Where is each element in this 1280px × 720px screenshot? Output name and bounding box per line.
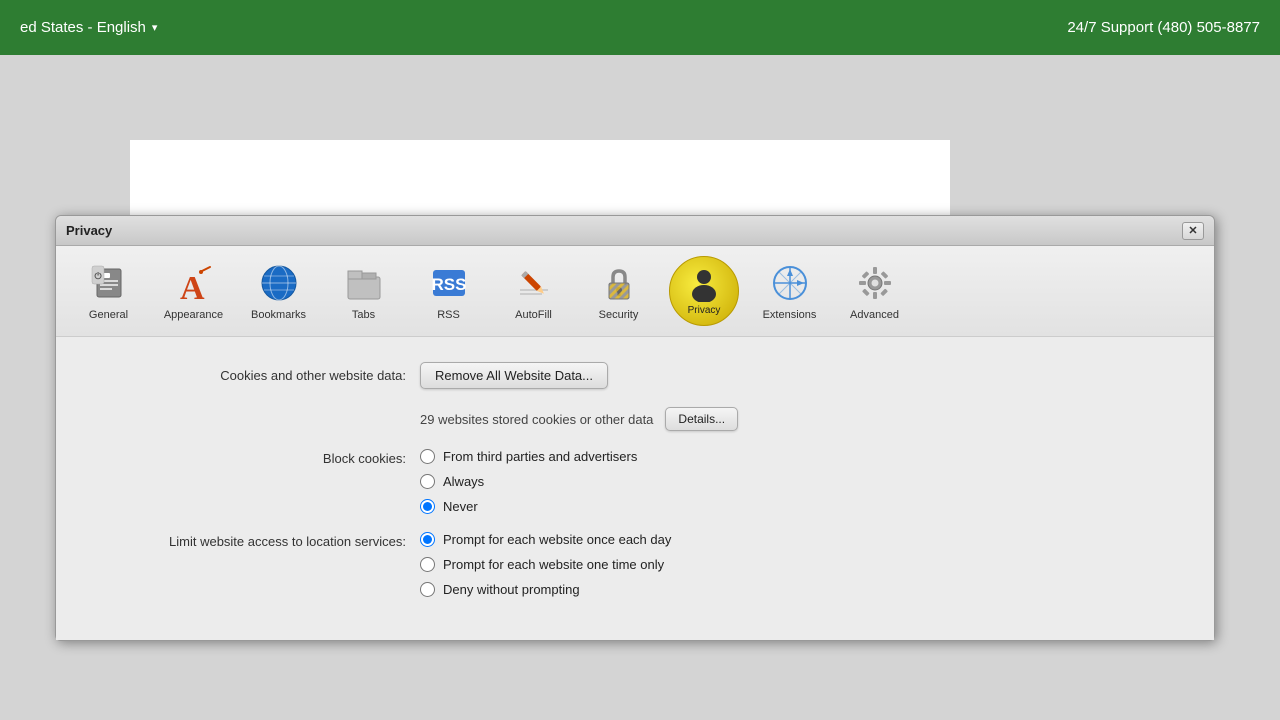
bookmarks-label: Bookmarks	[251, 309, 306, 321]
toolbar-item-extensions[interactable]: Extensions	[747, 254, 832, 327]
region-selector[interactable]: ed States - English ▾	[20, 19, 157, 36]
rss-label: RSS	[437, 309, 460, 321]
location-row: Limit website access to location service…	[96, 532, 1174, 597]
bookmarks-icon	[259, 260, 299, 306]
region-arrow-icon: ▾	[152, 21, 158, 34]
details-button[interactable]: Details...	[665, 407, 738, 431]
content-area: Cookies and other website data: Remove A…	[56, 337, 1214, 640]
close-button[interactable]: ✕	[1182, 222, 1204, 240]
toolbar-item-general[interactable]: ⏻ General	[66, 254, 151, 327]
toolbar-item-bookmarks[interactable]: Bookmarks	[236, 254, 321, 327]
general-label: General	[89, 309, 128, 321]
radio-prompt-daily[interactable]	[420, 532, 435, 547]
toolbar-item-appearance[interactable]: A Appearance	[151, 254, 236, 327]
radio-deny[interactable]	[420, 582, 435, 597]
svg-text:A: A	[180, 270, 205, 303]
privacy-label: Privacy	[688, 305, 721, 316]
websites-info-row: 29 websites stored cookies or other data…	[96, 407, 1174, 431]
location-prompt-once[interactable]: Prompt for each website one time only	[420, 557, 1174, 572]
block-cookies-always[interactable]: Always	[420, 474, 1174, 489]
extensions-icon	[770, 260, 810, 306]
appearance-label: Appearance	[164, 309, 223, 321]
cookies-row: Cookies and other website data: Remove A…	[96, 362, 1174, 389]
toolbar-items: ⏻ General A Appearance	[66, 254, 1204, 328]
radio-third-parties[interactable]	[420, 449, 435, 464]
remove-all-button[interactable]: Remove All Website Data...	[420, 362, 608, 389]
toolbar-item-rss[interactable]: RSS RSS	[406, 254, 491, 327]
cookies-label: Cookies and other website data:	[96, 368, 406, 383]
svg-text:RSS: RSS	[431, 275, 466, 294]
third-parties-label[interactable]: From third parties and advertisers	[443, 449, 637, 464]
toolbar: ⏻ General A Appearance	[56, 246, 1214, 337]
advanced-icon	[855, 260, 895, 306]
toolbar-item-security[interactable]: Security	[576, 254, 661, 327]
appearance-icon: A	[174, 260, 214, 306]
dialog-title: Privacy	[66, 223, 112, 238]
toolbar-item-privacy[interactable]: Privacy	[661, 254, 747, 328]
extensions-label: Extensions	[763, 309, 817, 321]
deny-label[interactable]: Deny without prompting	[443, 582, 580, 597]
toolbar-item-autofill[interactable]: AutoFill	[491, 254, 576, 327]
location-prompt-daily[interactable]: Prompt for each website once each day	[420, 532, 1174, 547]
block-cookies-label: Block cookies:	[96, 449, 406, 466]
location-options: Prompt for each website once each day Pr…	[420, 532, 1174, 597]
rss-icon: RSS	[429, 260, 469, 306]
radio-always[interactable]	[420, 474, 435, 489]
websites-info-text: 29 websites stored cookies or other data	[420, 412, 653, 427]
privacy-dialog: Privacy ✕ ⏻	[55, 215, 1215, 641]
tabs-label: Tabs	[352, 309, 375, 321]
svg-text:⏻: ⏻	[94, 271, 102, 281]
toolbar-item-tabs[interactable]: Tabs	[321, 254, 406, 327]
radio-never[interactable]	[420, 499, 435, 514]
block-cookies-row: Block cookies: From third parties and ad…	[96, 449, 1174, 514]
toolbar-item-advanced[interactable]: Advanced	[832, 254, 917, 327]
block-cookies-never[interactable]: Never	[420, 499, 1174, 514]
general-icon: ⏻	[89, 260, 129, 306]
location-deny[interactable]: Deny without prompting	[420, 582, 1174, 597]
region-text: ed States - English	[20, 19, 146, 36]
block-cookies-third-parties[interactable]: From third parties and advertisers	[420, 449, 1174, 464]
close-icon: ✕	[1188, 224, 1197, 237]
top-bar: ed States - English ▾ 24/7 Support (480)…	[0, 0, 1280, 55]
always-label[interactable]: Always	[443, 474, 484, 489]
prompt-daily-label[interactable]: Prompt for each website once each day	[443, 532, 671, 547]
support-text: 24/7 Support (480) 505-8877	[1067, 19, 1260, 36]
block-cookies-options: From third parties and advertisers Alway…	[420, 449, 1174, 514]
cookies-control: Remove All Website Data...	[420, 362, 1174, 389]
prompt-once-label[interactable]: Prompt for each website one time only	[443, 557, 664, 572]
autofill-icon	[514, 260, 554, 306]
advanced-label: Advanced	[850, 309, 899, 321]
privacy-icon	[686, 266, 722, 302]
privacy-circle: Privacy	[669, 256, 739, 326]
security-label: Security	[599, 309, 639, 321]
location-label: Limit website access to location service…	[96, 532, 406, 549]
title-bar: Privacy ✕	[56, 216, 1214, 246]
radio-prompt-once[interactable]	[420, 557, 435, 572]
tabs-icon	[344, 260, 384, 306]
autofill-label: AutoFill	[515, 309, 552, 321]
never-label[interactable]: Never	[443, 499, 478, 514]
security-icon	[599, 260, 639, 306]
